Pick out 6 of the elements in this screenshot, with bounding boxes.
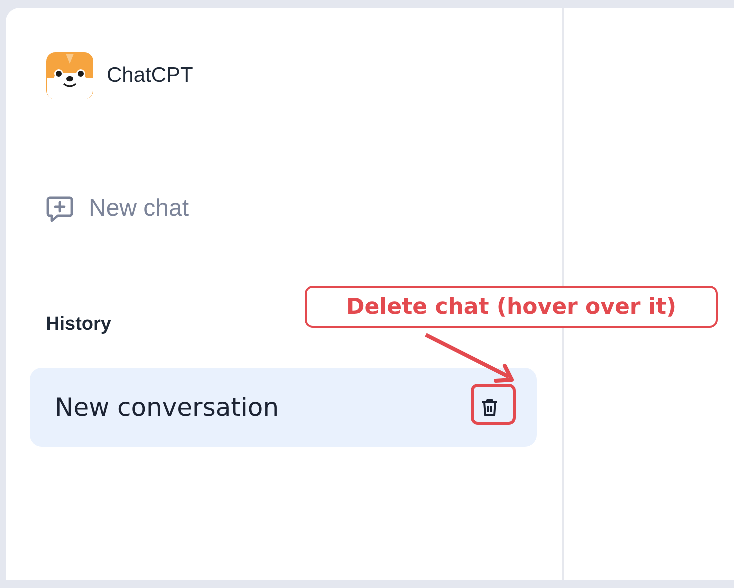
conversation-title: New conversation — [55, 393, 280, 422]
history-heading: History — [45, 314, 112, 336]
annotation-callout: Delete chat (hover over it) — [305, 286, 718, 328]
history-item[interactable]: New conversation — [30, 368, 537, 447]
new-chat-button[interactable]: New chat — [46, 195, 190, 223]
app-name: ChatCPT — [107, 64, 194, 88]
